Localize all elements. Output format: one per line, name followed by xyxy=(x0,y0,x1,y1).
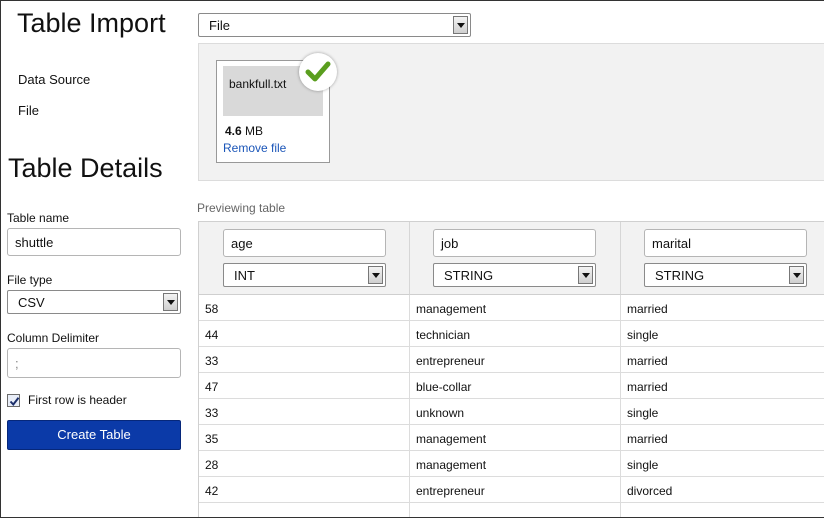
table-cell: married xyxy=(621,347,824,373)
table-cell: single xyxy=(621,451,824,477)
table-cell: blue-collar xyxy=(410,373,621,399)
app-window: Table Import Data Source File File bankf… xyxy=(0,0,824,518)
checkmark-icon xyxy=(305,61,331,82)
table-cell: 58 xyxy=(199,295,410,321)
chevron-down-icon[interactable] xyxy=(578,266,593,284)
column-header-marital: marital STRING xyxy=(621,222,824,295)
table-name-input[interactable]: shuttle xyxy=(7,228,181,256)
previewing-table-label: Previewing table xyxy=(197,201,286,215)
table-cell: unknown xyxy=(410,399,621,425)
table-cell: 35 xyxy=(199,425,410,451)
column-type-value: INT xyxy=(234,268,255,283)
data-source-select[interactable]: File xyxy=(198,13,471,37)
column-name-input[interactable]: job xyxy=(433,229,596,257)
column-name-value: job xyxy=(441,236,459,251)
file-type-value: CSV xyxy=(18,295,45,310)
table-name-label: Table name xyxy=(7,211,70,225)
column-type-value: STRING xyxy=(655,268,705,283)
table-cell: 33 xyxy=(199,399,410,425)
table-cell xyxy=(410,503,621,517)
table-cell xyxy=(199,503,410,517)
column-name-input[interactable]: age xyxy=(223,229,386,257)
table-details-title: Table Details xyxy=(8,153,163,183)
preview-table: age INT job STRING marital STRING 58 man… xyxy=(198,221,824,517)
column-name-input[interactable]: marital xyxy=(644,229,807,257)
file-size-unit: MB xyxy=(245,124,264,138)
table-cell: management xyxy=(410,425,621,451)
column-type-select[interactable]: INT xyxy=(223,263,386,287)
table-cell: entrepreneur xyxy=(410,347,621,373)
file-name: bankfull.txt xyxy=(229,77,287,91)
table-cell: technician xyxy=(410,321,621,347)
table-cell: 44 xyxy=(199,321,410,347)
column-name-value: marital xyxy=(652,236,692,251)
table-cell: entrepreneur xyxy=(410,477,621,503)
table-cell: married xyxy=(621,373,824,399)
column-delimiter-input[interactable]: ; xyxy=(7,348,181,378)
chevron-down-icon[interactable] xyxy=(368,266,383,284)
table-cell: 33 xyxy=(199,347,410,373)
first-row-header-checkbox[interactable] xyxy=(7,394,20,407)
table-cell: married xyxy=(621,295,824,321)
table-cell: single xyxy=(621,321,824,347)
column-type-value: STRING xyxy=(444,268,494,283)
column-type-select[interactable]: STRING xyxy=(433,263,596,287)
table-cell: management xyxy=(410,295,621,321)
data-source-value: File xyxy=(209,18,230,33)
table-cell: 28 xyxy=(199,451,410,477)
chevron-down-icon[interactable] xyxy=(163,293,178,311)
column-header-age: age INT xyxy=(199,222,410,295)
table-cell: single xyxy=(621,399,824,425)
upload-success-badge xyxy=(299,53,337,91)
file-label: File xyxy=(18,103,39,118)
page-title: Table Import xyxy=(17,8,166,38)
column-delimiter-label: Column Delimiter xyxy=(7,331,100,345)
file-size: 4.6 MB xyxy=(225,124,263,138)
chevron-down-icon[interactable] xyxy=(453,16,468,34)
create-table-button[interactable]: Create Table xyxy=(7,420,181,450)
file-size-value: 4.6 xyxy=(225,124,242,138)
column-header-job: job STRING xyxy=(410,222,621,295)
remove-file-link[interactable]: Remove file xyxy=(223,141,286,155)
file-type-select[interactable]: CSV xyxy=(7,290,181,314)
data-source-label: Data Source xyxy=(18,72,91,87)
column-type-select[interactable]: STRING xyxy=(644,263,807,287)
table-cell xyxy=(621,503,824,517)
table-cell: 47 xyxy=(199,373,410,399)
table-cell: divorced xyxy=(621,477,824,503)
check-icon xyxy=(9,397,20,407)
column-delimiter-placeholder: ; xyxy=(15,356,19,371)
table-cell: married xyxy=(621,425,824,451)
table-cell: 42 xyxy=(199,477,410,503)
file-type-label: File type xyxy=(7,273,53,287)
table-name-value: shuttle xyxy=(15,235,54,250)
column-name-value: age xyxy=(231,236,253,251)
chevron-down-icon[interactable] xyxy=(789,266,804,284)
table-cell: management xyxy=(410,451,621,477)
first-row-header-label: First row is header xyxy=(28,393,127,407)
